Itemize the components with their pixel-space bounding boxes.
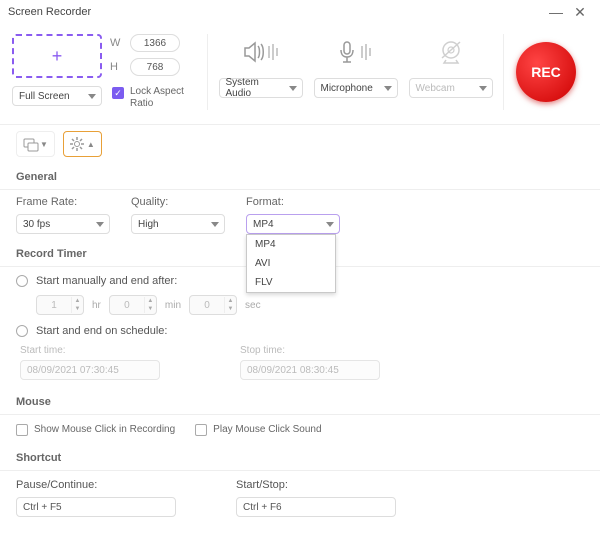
lock-aspect-checkbox[interactable]: ✓: [112, 87, 124, 99]
region-select-box[interactable]: +: [12, 34, 102, 78]
sources-panel: System Audio Microphone Webcam: [207, 34, 504, 110]
stop-time-label: Stop time:: [240, 345, 380, 356]
speaker-icon: [237, 34, 285, 70]
chevron-down-icon[interactable]: ▼: [225, 305, 236, 313]
sec-unit: sec: [245, 300, 261, 311]
source-webcam: Webcam: [409, 34, 493, 110]
quality-label: Quality:: [131, 196, 236, 208]
gear-icon: [70, 137, 84, 151]
frame-rate-label: Frame Rate:: [16, 196, 121, 208]
schedule-radio[interactable]: [16, 325, 28, 337]
start-stop-input[interactable]: Ctrl + F6: [236, 497, 396, 517]
screenshot-tool-button[interactable]: ▼: [16, 131, 55, 157]
chevron-up-icon[interactable]: ▲: [225, 297, 236, 305]
titlebar: Screen Recorder — ✕: [0, 0, 600, 24]
play-click-sound-label: Play Mouse Click Sound: [213, 424, 321, 435]
height-label: H: [110, 61, 124, 73]
capture-zone: + W H Full Screen ✓ Lock Aspect Ratio: [12, 34, 207, 110]
chevron-up-icon[interactable]: ▲: [72, 297, 83, 305]
record-zone: REC: [504, 34, 588, 110]
window-title: Screen Recorder: [8, 6, 91, 18]
section-general: General: [0, 163, 600, 190]
webcam-select[interactable]: Webcam: [409, 78, 493, 98]
chevron-down-icon[interactable]: ▼: [145, 305, 156, 313]
record-button[interactable]: REC: [516, 42, 576, 102]
show-mouse-click-checkbox[interactable]: [16, 424, 28, 436]
section-shortcut: Shortcut: [0, 444, 600, 471]
settings-tool-button[interactable]: ▲: [63, 131, 102, 157]
webcam-icon: [427, 34, 475, 70]
top-panel: + W H Full Screen ✓ Lock Aspect Ratio: [0, 24, 600, 125]
show-mouse-click-label: Show Mouse Click in Recording: [34, 424, 175, 435]
close-button[interactable]: ✕: [568, 4, 592, 21]
hours-spinner[interactable]: 1▲▼: [36, 295, 84, 315]
tablet-icon: [23, 137, 37, 151]
min-unit: min: [165, 300, 181, 311]
start-time-input[interactable]: 08/09/2021 07:30:45: [20, 360, 160, 380]
system-audio-select[interactable]: System Audio: [219, 78, 303, 98]
format-dropdown: MP4 AVI FLV: [246, 234, 336, 293]
source-system-audio: System Audio: [219, 34, 303, 110]
format-label: Format:: [246, 196, 351, 208]
frame-rate-select[interactable]: 30 fps: [16, 214, 110, 234]
stop-time-input[interactable]: 08/09/2021 08:30:45: [240, 360, 380, 380]
height-input[interactable]: [130, 58, 180, 76]
lock-aspect-label: Lock Aspect Ratio: [130, 86, 190, 110]
seconds-spinner[interactable]: 0▲▼: [189, 295, 237, 315]
width-input[interactable]: [130, 34, 180, 52]
microphone-select[interactable]: Microphone: [314, 78, 398, 98]
start-stop-label: Start/Stop:: [236, 479, 396, 491]
minimize-button[interactable]: —: [544, 4, 568, 20]
manual-end-label: Start manually and end after:: [36, 275, 177, 287]
hr-unit: hr: [92, 300, 101, 311]
schedule-label: Start and end on schedule:: [36, 325, 167, 337]
microphone-icon: [332, 34, 380, 70]
source-microphone: Microphone: [314, 34, 398, 110]
play-click-sound-checkbox[interactable]: [195, 424, 207, 436]
section-mouse: Mouse: [0, 388, 600, 415]
format-option-flv[interactable]: FLV: [247, 273, 335, 292]
chevron-up-icon[interactable]: ▲: [145, 297, 156, 305]
chevron-down-icon[interactable]: ▼: [72, 305, 83, 313]
format-select[interactable]: MP4: [246, 214, 340, 234]
pause-continue-label: Pause/Continue:: [16, 479, 176, 491]
capture-mode-select[interactable]: Full Screen: [12, 86, 102, 106]
start-time-label: Start time:: [20, 345, 160, 356]
width-label: W: [110, 37, 124, 49]
toolbar: ▼ ▲: [0, 125, 600, 163]
format-option-mp4[interactable]: MP4: [247, 235, 335, 254]
quality-select[interactable]: High: [131, 214, 225, 234]
manual-end-radio[interactable]: [16, 275, 28, 287]
minutes-spinner[interactable]: 0▲▼: [109, 295, 157, 315]
format-option-avi[interactable]: AVI: [247, 254, 335, 273]
pause-continue-input[interactable]: Ctrl + F5: [16, 497, 176, 517]
